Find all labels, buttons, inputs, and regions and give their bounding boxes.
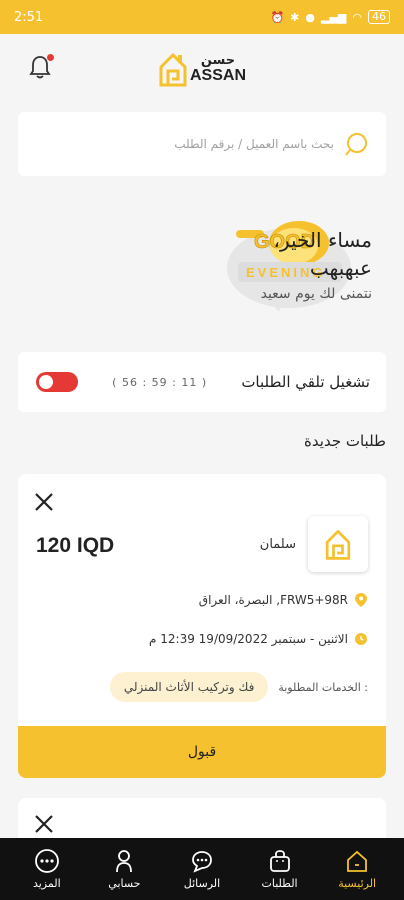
order-price: 120 IQD (36, 534, 115, 557)
services-row: الخدمات المطلوبة : فك وتركيب الأثاث المن… (109, 672, 368, 702)
app-logo: حسن ASSAN (158, 49, 246, 89)
nav-orders[interactable]: الطلبات (245, 848, 315, 890)
nav-messages-label: الرسائل (183, 877, 221, 890)
search-icon[interactable] (344, 131, 370, 157)
greeting-text: مساء الخير، عبهبهب نتمنى لك يوم سعيد (261, 226, 372, 302)
order-address: البصرة، العراق ,FRW5+98R (198, 593, 348, 607)
bluetooth-icon: ✱ (290, 10, 300, 24)
signal-icon: ▂▄▆ (321, 10, 347, 24)
battery-icon: 46 (368, 10, 390, 24)
countdown-timer: ( 56 : 59 : 11 ) (112, 375, 208, 389)
nav-home[interactable]: الرئيسية (322, 848, 392, 890)
order-datetime-row: الاثنين - سبتمبر 19/09/2022 12:39 م (149, 632, 368, 646)
status-icons: ⏰ ✱ ● ▂▄▆ ◠ 46 (270, 10, 390, 24)
receive-orders-toggle[interactable] (36, 372, 78, 392)
nav-more-label: المزيد (32, 877, 61, 890)
nav-more[interactable]: المزيد (12, 848, 82, 890)
new-orders-heading: طلبات جديدة (304, 432, 386, 450)
accept-button[interactable]: قبول (18, 726, 386, 778)
clock-icon (355, 633, 367, 645)
greeting-section: GOOD EVENING مساء الخير، عبهبهب نتمنى لك… (18, 196, 386, 326)
greeting-title: مساء الخير، (273, 228, 373, 252)
bag-icon (269, 850, 290, 872)
order-card: 120 IQD سلمان البصرة، العراق ,FRW5+98R ا… (18, 474, 386, 778)
order-datetime: الاثنين - سبتمبر 19/09/2022 12:39 م (149, 632, 348, 646)
close-icon[interactable] (34, 492, 54, 512)
logo-house-icon (325, 529, 351, 560)
greeting-subtitle: نتمنى لك يوم سعيد (260, 286, 372, 302)
user-icon (116, 850, 133, 873)
logo-english-text: ASSAN (189, 67, 246, 84)
customer-avatar (308, 516, 368, 572)
search-input[interactable] (34, 137, 344, 151)
home-icon (347, 850, 368, 872)
status-time: 2:51 (14, 9, 44, 25)
receive-orders-label: تشغيل تلقي الطلبات (241, 373, 370, 391)
search-bar[interactable] (18, 112, 386, 176)
receive-orders-card: ( 56 : 59 : 11 ) تشغيل تلقي الطلبات (18, 352, 386, 412)
close-icon[interactable] (34, 814, 54, 834)
greeting-name: عبهبهب (309, 256, 372, 280)
location-pin-icon (355, 593, 367, 607)
alarm-icon: ⏰ (270, 10, 285, 24)
more-icon (34, 849, 59, 873)
service-chip: فك وتركيب الأثاث المنزلي (109, 672, 269, 702)
chat-icon (192, 851, 212, 873)
customer-name: سلمان (259, 537, 296, 552)
nav-account[interactable]: حسابي (89, 848, 159, 890)
services-label: الخدمات المطلوبة : (278, 680, 368, 694)
logo-arabic-text: حسن (200, 53, 236, 68)
notification-bell-button[interactable] (28, 54, 54, 82)
location-icon: ● (305, 10, 315, 24)
notification-dot (47, 54, 54, 61)
nav-messages[interactable]: الرسائل (167, 848, 237, 890)
toggle-knob (39, 375, 53, 389)
nav-orders-label: الطلبات (261, 877, 298, 890)
bottom-nav: المزيد حسابي الرسائل الطلبات الرئيسية (0, 838, 404, 900)
app-header: حسن ASSAN (0, 34, 404, 104)
nav-home-label: الرئيسية (338, 877, 377, 890)
nav-account-label: حسابي (108, 877, 141, 890)
logo-house-icon (159, 52, 187, 87)
wifi-icon: ◠ (352, 10, 362, 24)
status-bar: 2:51 ⏰ ✱ ● ▂▄▆ ◠ 46 (0, 0, 404, 34)
order-address-row: البصرة، العراق ,FRW5+98R (199, 592, 368, 608)
